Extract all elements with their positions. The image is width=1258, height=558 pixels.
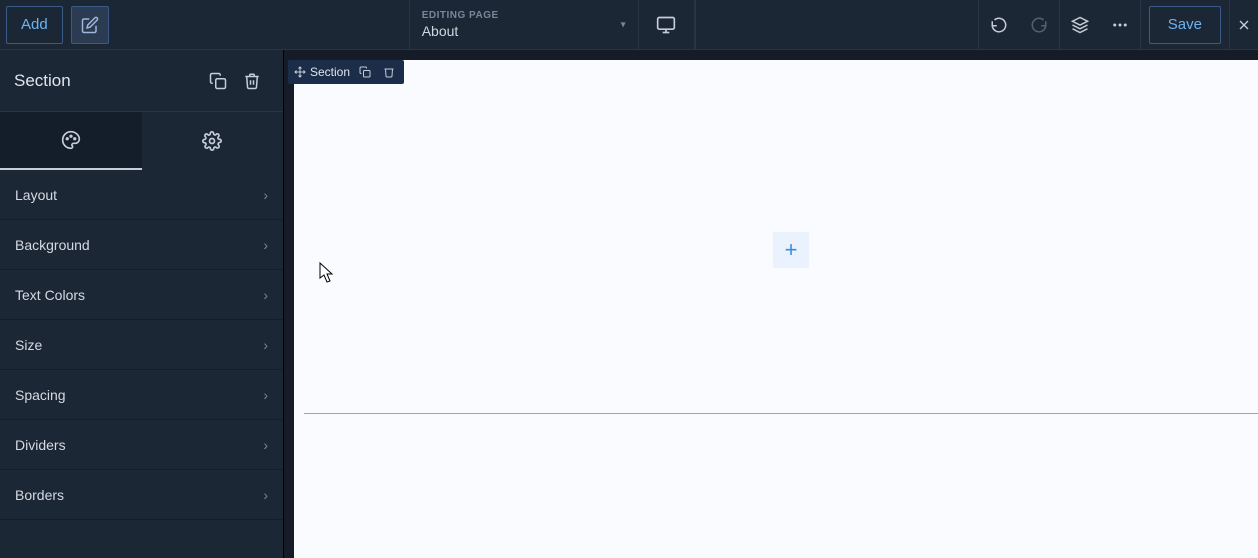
chevron-right-icon: › <box>263 437 268 453</box>
tab-settings[interactable] <box>142 112 284 170</box>
layers-icon <box>1071 16 1089 34</box>
topbar: Add EDITING PAGE About ▾ Save <box>0 0 1258 50</box>
topbar-center: EDITING PAGE About ▾ <box>109 0 978 50</box>
monitor-icon <box>656 15 676 35</box>
selection-delete-button[interactable] <box>380 63 398 81</box>
sidebar-title: Section <box>14 71 201 91</box>
panel-item-borders[interactable]: Borders › <box>0 470 283 520</box>
tab-style[interactable] <box>0 112 142 170</box>
close-button[interactable] <box>1230 0 1258 50</box>
page-selector-label: EDITING PAGE <box>422 10 618 21</box>
canvas[interactable]: + Section <box>284 50 1258 558</box>
pencil-square-icon <box>81 16 99 34</box>
add-button[interactable]: Add <box>6 6 63 44</box>
add-element-button[interactable]: + <box>773 232 809 268</box>
panel-item-background[interactable]: Background › <box>0 220 283 270</box>
copy-icon <box>359 66 371 78</box>
sidebar-tabs <box>0 112 283 170</box>
trash-icon <box>383 66 395 78</box>
edit-mode-button[interactable] <box>71 6 109 44</box>
panel-item-size[interactable]: Size › <box>0 320 283 370</box>
page-selector-name: About <box>422 23 618 39</box>
selection-toolbar: Section <box>288 60 404 84</box>
canvas-page[interactable]: + <box>294 60 1258 558</box>
panel-item-label: Borders <box>15 487 64 503</box>
chevron-right-icon: › <box>263 487 268 503</box>
panel-item-label: Background <box>15 237 90 253</box>
sidebar-header: Section <box>0 50 283 112</box>
body: Section Layout › Background › Text Colors ›… <box>0 50 1258 558</box>
trash-icon <box>243 72 261 90</box>
panel-item-layout[interactable]: Layout › <box>0 170 283 220</box>
save-button[interactable]: Save <box>1149 6 1221 44</box>
sidebar: Section Layout › Background › Text Colors ›… <box>0 50 284 558</box>
panel-item-text-colors[interactable]: Text Colors › <box>0 270 283 320</box>
undo-icon <box>990 16 1008 34</box>
move-icon <box>294 66 306 78</box>
more-button[interactable] <box>1100 0 1140 50</box>
chevron-right-icon: › <box>263 387 268 403</box>
panel-item-spacing[interactable]: Spacing › <box>0 370 283 420</box>
panel-item-label: Dividers <box>15 437 66 453</box>
topbar-left: Add <box>0 6 109 44</box>
duplicate-button[interactable] <box>201 64 235 98</box>
chevron-right-icon: › <box>263 287 268 303</box>
close-icon <box>1236 17 1252 33</box>
topbar-right: Save <box>978 0 1258 50</box>
chevron-right-icon: › <box>263 237 268 253</box>
delete-button[interactable] <box>235 64 269 98</box>
device-desktop-button[interactable] <box>639 0 695 50</box>
selection-label-text: Section <box>310 65 350 79</box>
redo-button <box>1019 0 1059 50</box>
panel-item-label: Size <box>15 337 42 353</box>
redo-icon <box>1030 16 1048 34</box>
panel-list: Layout › Background › Text Colors › Size › S… <box>0 170 283 558</box>
selection-label[interactable]: Section <box>294 65 350 79</box>
divider <box>1140 0 1141 50</box>
undo-button[interactable] <box>979 0 1019 50</box>
panel-item-label: Spacing <box>15 387 66 403</box>
divider <box>695 0 696 50</box>
palette-icon <box>61 130 81 150</box>
plus-icon: + <box>785 237 798 263</box>
chevron-right-icon: › <box>263 187 268 203</box>
panel-item-dividers[interactable]: Dividers › <box>0 420 283 470</box>
chevron-right-icon: › <box>263 337 268 353</box>
page-selector[interactable]: EDITING PAGE About ▾ <box>409 0 639 50</box>
selection-duplicate-button[interactable] <box>356 63 374 81</box>
panel-item-label: Layout <box>15 187 57 203</box>
copy-icon <box>209 72 227 90</box>
section-box[interactable]: + <box>304 70 1258 414</box>
caret-down-icon: ▾ <box>621 19 626 30</box>
dots-horizontal-icon <box>1111 16 1129 34</box>
layers-button[interactable] <box>1060 0 1100 50</box>
panel-item-label: Text Colors <box>15 287 85 303</box>
gear-icon <box>202 131 222 151</box>
